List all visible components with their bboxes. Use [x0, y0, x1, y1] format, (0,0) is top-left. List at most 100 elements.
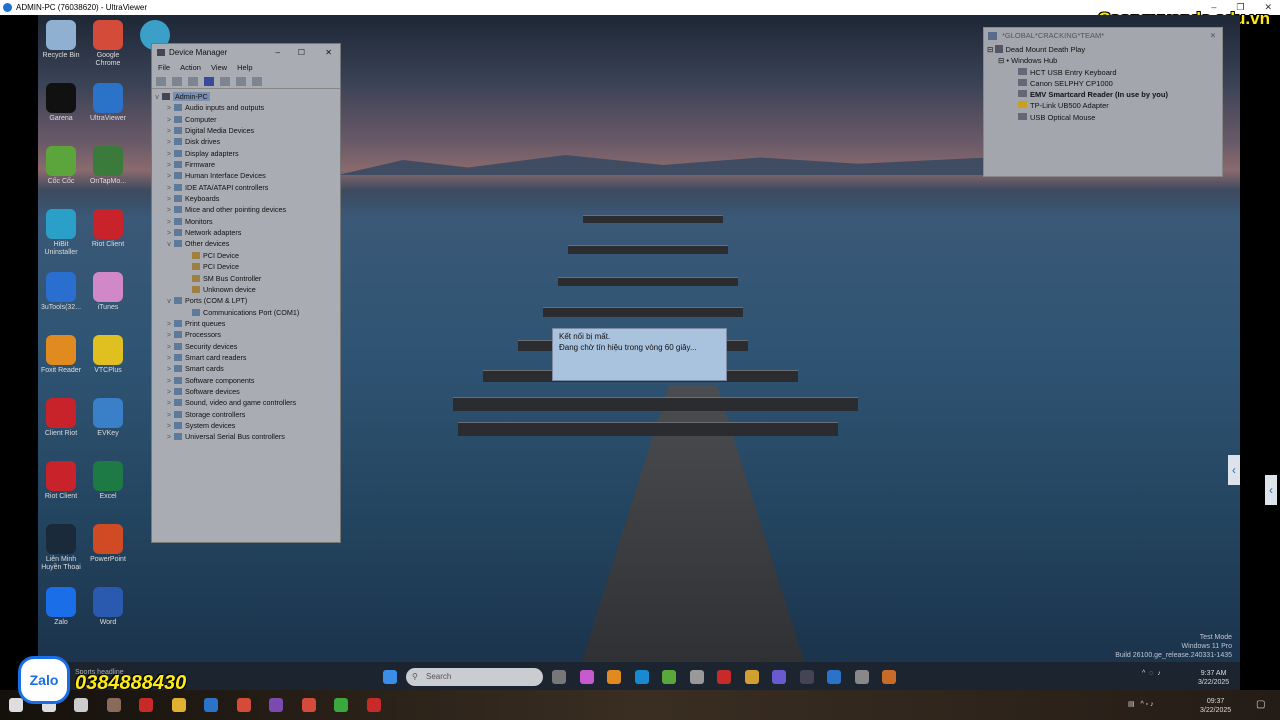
tree-node[interactable]: > Storage controllers: [152, 409, 340, 420]
chevron-right-icon[interactable]: >: [164, 204, 174, 215]
tree-node[interactable]: > Keyboards: [152, 193, 340, 204]
tree-node[interactable]: > Computer: [152, 114, 340, 125]
chevron-right-icon[interactable]: >: [164, 159, 174, 170]
maximize-button[interactable]: ☐: [298, 44, 305, 61]
tree-node[interactable]: > Software components: [152, 375, 340, 386]
chevron-right-icon[interactable]: >: [164, 114, 174, 125]
tree-node[interactable]: > IDE ATA/ATAPI controllers: [152, 182, 340, 193]
chevron-down-icon[interactable]: v: [164, 238, 174, 249]
device-manager-titlebar[interactable]: Device Manager – ☐ ✕: [152, 44, 340, 61]
chevron-right-icon[interactable]: >: [164, 102, 174, 113]
notification-icon[interactable]: ▢: [1256, 700, 1265, 710]
tree-node[interactable]: Communications Port (COM1): [152, 307, 340, 318]
chevron-right-icon[interactable]: >: [164, 182, 174, 193]
taskbar-app-icon[interactable]: [854, 670, 869, 684]
desktop-icon[interactable]: PowerPoint: [85, 524, 131, 564]
desktop-icon[interactable]: Zalo: [38, 587, 84, 627]
windows-start-icon[interactable]: [9, 698, 23, 712]
close-button[interactable]: ✕: [325, 44, 332, 61]
tree-node[interactable]: SM Bus Controller: [152, 273, 340, 284]
taskbar-app-icon[interactable]: [717, 670, 731, 684]
tree-node[interactable]: > Smart cards: [152, 363, 340, 374]
ultraviewer-panel-toggle[interactable]: ‹: [1265, 475, 1277, 505]
menu-action[interactable]: Action: [180, 61, 201, 75]
menu-help[interactable]: Help: [237, 61, 252, 75]
taskbar-app-icon[interactable]: [882, 670, 896, 684]
tree-node[interactable]: > Disk drives: [152, 136, 340, 147]
taskbar-search[interactable]: ⚲ Search: [406, 668, 543, 686]
app-icon[interactable]: [269, 698, 283, 712]
hub-device[interactable]: USB Optical Mouse: [984, 112, 1222, 123]
ultraviewer-icon[interactable]: [204, 698, 218, 712]
side-panel-toggle[interactable]: ‹: [1228, 455, 1240, 485]
chevron-right-icon[interactable]: >: [164, 431, 174, 442]
taskbar-app-icon[interactable]: [552, 670, 566, 684]
chevron-down-icon[interactable]: v: [164, 295, 174, 306]
chevron-right-icon[interactable]: >: [164, 136, 174, 147]
chevron-right-icon[interactable]: >: [164, 170, 174, 181]
tree-node[interactable]: > Audio inputs and outputs: [152, 102, 340, 113]
taskbar-app-icon[interactable]: [689, 670, 704, 684]
tree-node[interactable]: > Mice and other pointing devices: [152, 204, 340, 215]
desktop-icon[interactable]: Liên Minh Huyền Thoại: [38, 524, 84, 572]
system-tray[interactable]: ^ ◌ ♪: [1142, 669, 1161, 678]
update-driver-icon[interactable]: [220, 77, 230, 86]
chrome-icon[interactable]: [236, 698, 251, 712]
desktop-icon[interactable]: Foxit Reader: [38, 335, 84, 375]
chevron-right-icon[interactable]: >: [164, 193, 174, 204]
menu-file[interactable]: File: [158, 61, 170, 75]
desktop-icon[interactable]: 3uTools(32...: [38, 272, 84, 312]
tree-node[interactable]: > Human Interface Devices: [152, 170, 340, 181]
tree-node[interactable]: > Smart card readers: [152, 352, 340, 363]
taskbar-app-icon[interactable]: [579, 670, 594, 684]
app-icon[interactable]: [334, 698, 348, 712]
monitor-icon[interactable]: [252, 77, 262, 86]
tree-node[interactable]: > Software devices: [152, 386, 340, 397]
chevron-right-icon[interactable]: >: [164, 125, 174, 136]
hub-root[interactable]: ⊟ Dead Mount Death Play: [984, 44, 1222, 55]
desktop-icon[interactable]: Cốc Cốc: [38, 146, 84, 186]
taskbar-app-icon[interactable]: [799, 670, 814, 684]
tree-node[interactable]: > Universal Serial Bus controllers: [152, 431, 340, 442]
desktop-icon[interactable]: Client Riot: [38, 398, 84, 438]
tree-node[interactable]: > Digital Media Devices: [152, 125, 340, 136]
desktop-icon[interactable]: VTCPlus: [85, 335, 131, 375]
tree-node[interactable]: > System devices: [152, 420, 340, 431]
tree-node[interactable]: v Ports (COM & LPT): [152, 295, 340, 306]
tree-node[interactable]: > Firmware: [152, 159, 340, 170]
scan-hardware-icon[interactable]: [236, 77, 246, 86]
taskbar-app-icon[interactable]: [634, 670, 649, 684]
start-icon[interactable]: [383, 670, 397, 684]
tree-node[interactable]: > Security devices: [152, 341, 340, 352]
remote-desktop-view[interactable]: Recycle Bin Google Chrome Garena UltraViewe…: [38, 15, 1240, 690]
desktop-icon[interactable]: OnTapMo...: [85, 146, 131, 186]
tree-node[interactable]: > Monitors: [152, 216, 340, 227]
chevron-right-icon[interactable]: >: [164, 409, 174, 420]
chevron-right-icon[interactable]: >: [164, 397, 174, 408]
chevron-right-icon[interactable]: >: [164, 318, 174, 329]
desktop-icon[interactable]: Word: [85, 587, 131, 627]
desktop-icon[interactable]: UltraViewer: [85, 83, 131, 123]
taskbar-app-icon[interactable]: [607, 670, 621, 684]
tree-node[interactable]: v Other devices: [152, 238, 340, 249]
properties-icon[interactable]: [188, 77, 198, 86]
back-icon[interactable]: [156, 77, 166, 86]
local-system-tray[interactable]: ▤ ^ ▫ ♪: [1128, 700, 1154, 709]
hub-device[interactable]: HCT USB Entry Keyboard: [984, 67, 1222, 78]
chevron-right-icon[interactable]: >: [164, 363, 174, 374]
app-icon[interactable]: [139, 698, 153, 712]
tree-node[interactable]: PCI Device: [152, 250, 340, 261]
close-button[interactable]: ✕: [1210, 28, 1216, 44]
chevron-right-icon[interactable]: >: [164, 386, 174, 397]
chevron-right-icon[interactable]: >: [164, 352, 174, 363]
chevron-right-icon[interactable]: >: [164, 216, 174, 227]
taskbar-app-icon[interactable]: [662, 670, 676, 684]
help-icon[interactable]: [204, 77, 214, 86]
minimize-button[interactable]: –: [276, 44, 280, 61]
desktop-icon[interactable]: HiBit Uninstaller: [38, 209, 84, 257]
desktop-icon[interactable]: EVKey: [85, 398, 131, 438]
hub-device[interactable]: Canon SELPHY CP1000: [984, 78, 1222, 89]
tree-node[interactable]: > Processors: [152, 329, 340, 340]
desktop-icon[interactable]: Google Chrome: [85, 20, 131, 68]
hub-device[interactable]: TP-Link UB500 Adapter: [984, 100, 1222, 111]
